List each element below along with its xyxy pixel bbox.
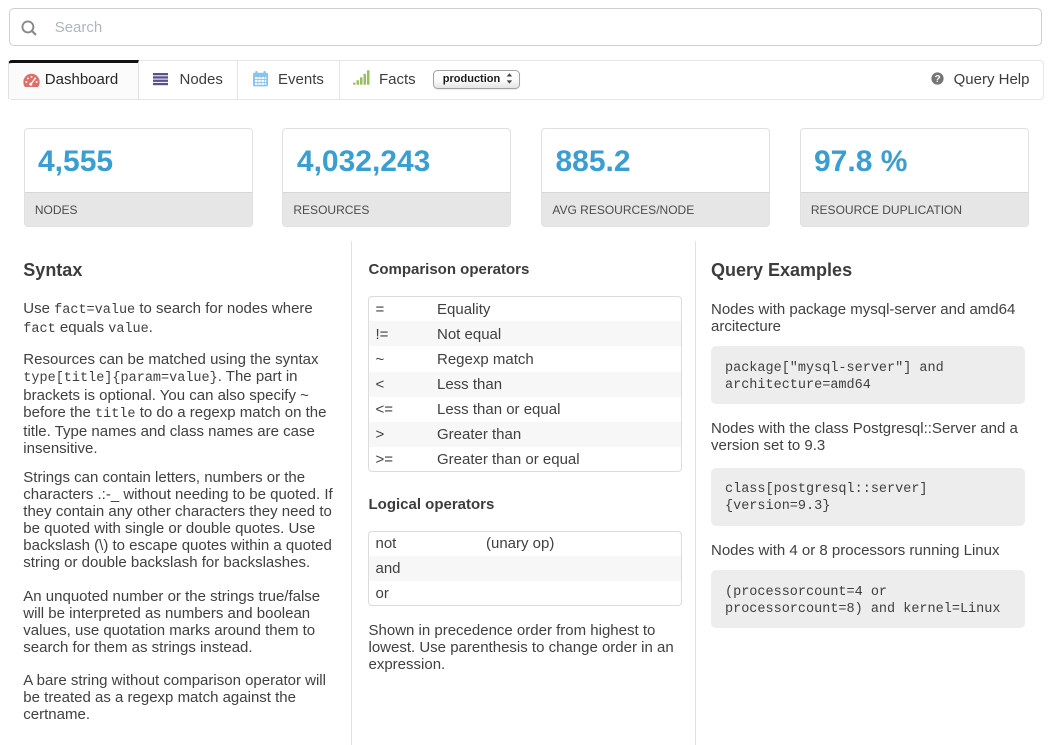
svg-text:?: ? [934,74,940,85]
